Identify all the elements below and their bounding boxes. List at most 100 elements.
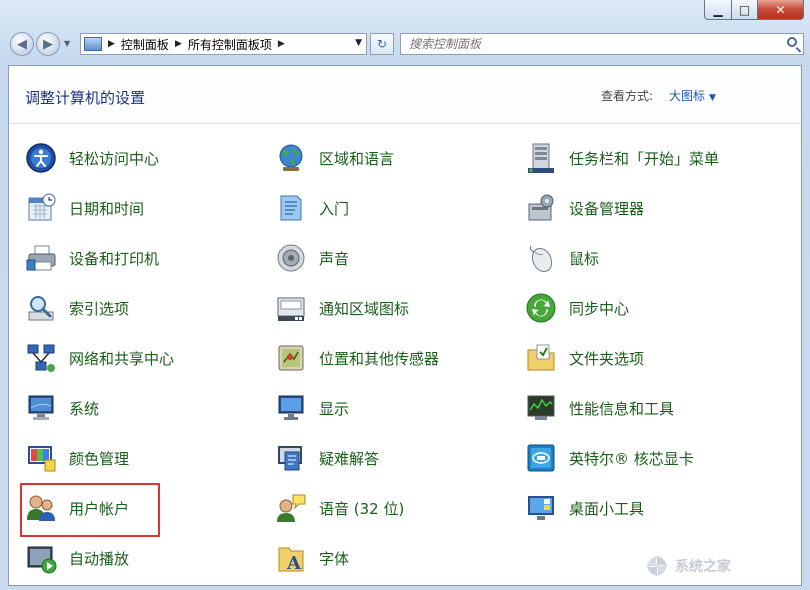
cp-item-device-manager[interactable]: 设备管理器 [525, 190, 644, 226]
item-label: 任务栏和「开始」菜单 [569, 149, 720, 168]
cp-item-location-sensors[interactable]: 位置和其他传感器 [275, 340, 439, 376]
item-label: 入门 [319, 199, 350, 218]
item-label: 鼠标 [569, 249, 600, 268]
cp-item-desktop-gadgets[interactable]: 桌面小工具 [525, 490, 644, 526]
item-label: 英特尔® 核芯显卡 [569, 449, 694, 468]
item-label: 颜色管理 [69, 449, 130, 468]
network-icon [27, 344, 55, 372]
navigation-bar: ◀ ▶ ▼ ▶ 控制面板 ▶ 所有控制面板项 ▶ ▼ ↻ [8, 31, 804, 59]
search-box[interactable] [400, 33, 804, 55]
fonts-icon: A [278, 547, 304, 574]
item-label: 自动播放 [69, 549, 130, 568]
sync-icon [526, 293, 556, 323]
cp-item-performance[interactable]: 性能信息和工具 [525, 390, 674, 426]
item-label: 显示 [319, 399, 350, 418]
maximize-button[interactable]: □ [732, 0, 758, 20]
item-label: 通知区域图标 [319, 299, 410, 318]
breadcrumb-chevron-icon[interactable]: ▶ [175, 39, 182, 49]
arrow-left-icon: ◀ [17, 36, 27, 52]
indexing-icon [28, 296, 54, 321]
page-title: 调整计算机的设置 [25, 89, 146, 107]
item-label: 索引选项 [69, 299, 130, 318]
calendar-clock-icon [28, 193, 56, 221]
recent-pages-dropdown[interactable]: ▼ [64, 39, 70, 48]
minimize-button[interactable]: ▁ [704, 0, 732, 20]
cp-item-getting-started[interactable]: 入门 [275, 190, 349, 226]
refresh-button[interactable]: ↻ [370, 33, 394, 55]
cp-item-autoplay[interactable]: 自动播放 [25, 540, 129, 576]
device-manager-icon [528, 194, 554, 221]
cp-item-troubleshooting[interactable]: 疑难解答 [275, 440, 379, 476]
item-label: 疑难解答 [319, 449, 380, 468]
breadcrumb-control-panel[interactable]: 控制面板 [121, 36, 169, 53]
gadgets-icon [528, 496, 554, 520]
troubleshooting-icon [278, 446, 302, 471]
cp-item-sound[interactable]: 声音 [275, 240, 349, 276]
taskbar-icon [528, 143, 554, 173]
color-management-icon [28, 446, 56, 472]
view-by-dropdown[interactable]: 大图标 ▼ [669, 87, 716, 104]
cp-item-indexing-options[interactable]: 索引选项 [25, 290, 129, 326]
autoplay-icon [27, 546, 57, 574]
cp-item-network-sharing[interactable]: 网络和共享中心 [25, 340, 174, 376]
item-label: 设备和打印机 [69, 249, 160, 268]
view-by-label: 查看方式: [601, 89, 654, 103]
address-bar[interactable]: ▶ 控制面板 ▶ 所有控制面板项 ▶ ▼ [80, 33, 367, 55]
cp-item-taskbar-start-menu[interactable]: 任务栏和「开始」菜单 [525, 140, 719, 176]
printer-icon [26, 245, 56, 271]
breadcrumb-chevron-icon[interactable]: ▶ [278, 39, 285, 49]
item-label: 字体 [319, 549, 350, 568]
getting-started-icon [280, 195, 302, 221]
user-accounts-highlight [20, 483, 160, 537]
item-label: 位置和其他传感器 [319, 349, 440, 368]
notification-area-icon [277, 297, 305, 321]
cp-item-sync-center[interactable]: 同步中心 [525, 290, 629, 326]
forward-button[interactable]: ▶ [36, 32, 60, 56]
cp-item-system[interactable]: 系统 [25, 390, 99, 426]
item-label: 语音 (32 位) [319, 499, 405, 518]
back-button[interactable]: ◀ [10, 32, 34, 56]
close-button[interactable]: ✕ [758, 0, 804, 20]
cp-item-display[interactable]: 显示 [275, 390, 349, 426]
cp-item-region-language[interactable]: 区域和语言 [275, 140, 394, 176]
search-input[interactable] [407, 36, 771, 52]
globe-icon [279, 144, 303, 171]
cp-item-ease-of-access[interactable]: 轻松访问中心 [25, 140, 159, 176]
speaker-icon [277, 244, 305, 272]
system-icon [28, 395, 54, 420]
item-label: 同步中心 [569, 299, 630, 318]
breadcrumb-all-items[interactable]: 所有控制面板项 [188, 36, 272, 53]
item-label: 声音 [319, 249, 350, 268]
control-panel-content: 调整计算机的设置 查看方式: 大图标 ▼ 轻松访问中心 区域和语言 任务栏和「开… [8, 65, 802, 586]
refresh-icon: ↻ [376, 37, 388, 51]
search-icon[interactable] [787, 37, 797, 47]
item-label: 日期和时间 [69, 199, 145, 218]
mouse-icon [529, 245, 553, 273]
cp-item-folder-options[interactable]: 文件夹选项 [525, 340, 644, 376]
cp-item-date-time[interactable]: 日期和时间 [25, 190, 144, 226]
cp-item-speech[interactable]: 语音 (32 位) [275, 490, 404, 526]
watermark-logo-icon [647, 556, 667, 576]
svg-text:A: A [286, 553, 302, 574]
display-icon [278, 395, 304, 420]
ease-of-access-icon [26, 143, 56, 173]
folder-options-icon [527, 344, 555, 371]
watermark-text: 系统之家 [675, 559, 731, 575]
sensor-icon [278, 345, 304, 371]
item-label: 区域和语言 [319, 149, 395, 168]
performance-icon [527, 395, 555, 420]
item-label: 性能信息和工具 [569, 399, 675, 418]
item-label: 桌面小工具 [569, 499, 645, 518]
address-dropdown-icon[interactable]: ▼ [355, 38, 362, 48]
cp-item-intel-graphics[interactable]: 英特尔® 核芯显卡 [525, 440, 694, 476]
item-label: 网络和共享中心 [69, 349, 175, 368]
cp-item-fonts[interactable]: A 字体 [275, 540, 349, 576]
item-label: 设备管理器 [569, 199, 645, 218]
cp-item-notification-icons[interactable]: 通知区域图标 [275, 290, 409, 326]
content-header: 调整计算机的设置 查看方式: 大图标 ▼ [9, 66, 801, 124]
cp-item-mouse[interactable]: 鼠标 [525, 240, 599, 276]
breadcrumb-chevron-icon[interactable]: ▶ [108, 39, 115, 49]
cp-item-color-management[interactable]: 颜色管理 [25, 440, 129, 476]
speech-icon [277, 494, 306, 522]
cp-item-devices-printers[interactable]: 设备和打印机 [25, 240, 159, 276]
